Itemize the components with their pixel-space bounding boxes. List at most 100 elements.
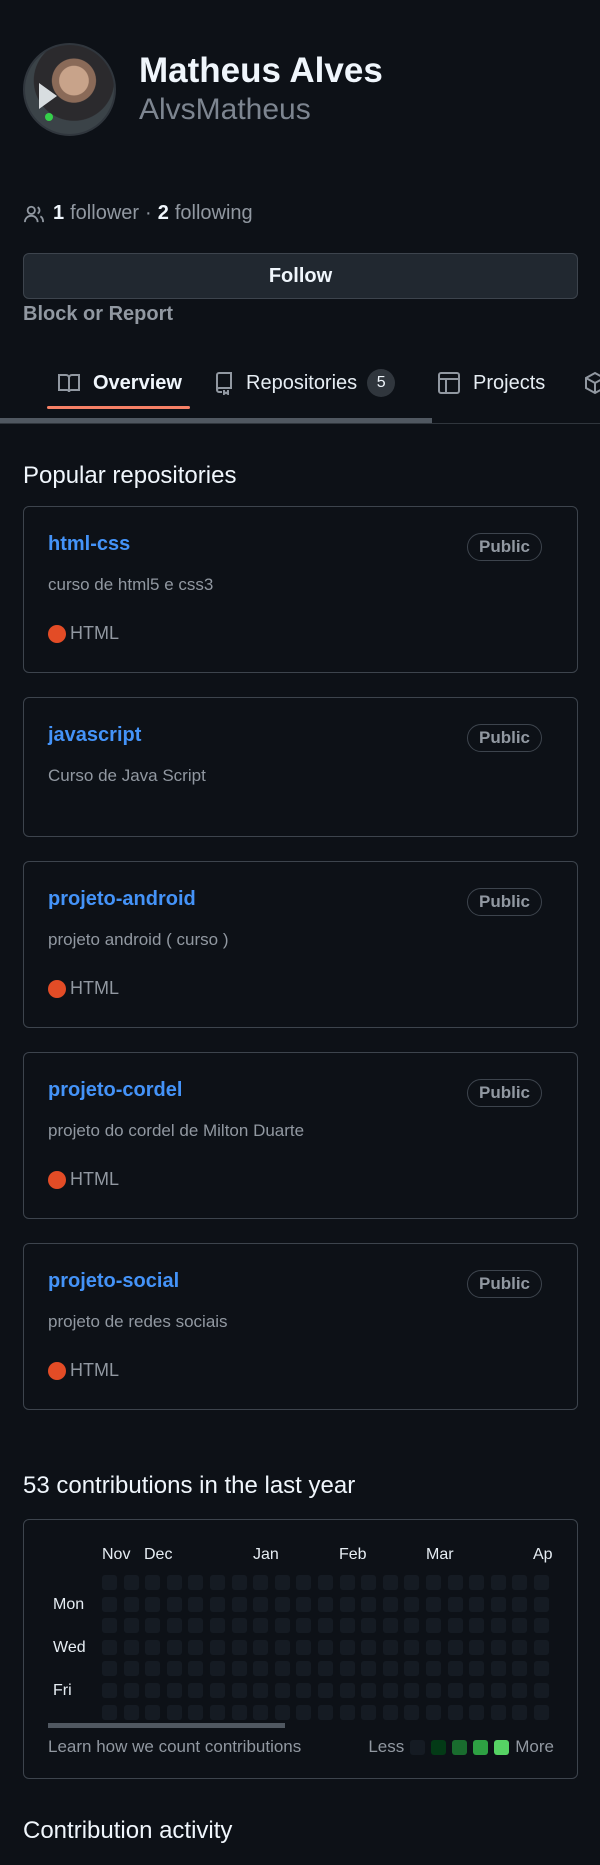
contribution-day-cell[interactable] xyxy=(210,1596,225,1612)
contribution-day-cell[interactable] xyxy=(210,1683,225,1698)
contribution-day-cell[interactable] xyxy=(145,1704,161,1720)
tab-packages[interactable] xyxy=(583,360,600,406)
contribution-day-cell[interactable] xyxy=(145,1661,161,1677)
contribution-day-cell[interactable] xyxy=(188,1661,204,1677)
contribution-day-cell[interactable] xyxy=(534,1683,549,1698)
contribution-day-cell[interactable] xyxy=(339,1639,355,1655)
contribution-day-cell[interactable] xyxy=(447,1575,463,1590)
contribution-day-cell[interactable] xyxy=(166,1661,182,1677)
contribution-day-cell[interactable] xyxy=(339,1704,355,1720)
contribution-day-cell[interactable] xyxy=(296,1704,312,1720)
contribution-day-cell[interactable] xyxy=(339,1683,355,1698)
contribution-day-cell[interactable] xyxy=(339,1596,355,1612)
contribution-day-cell[interactable] xyxy=(382,1639,398,1655)
contribution-day-cell[interactable] xyxy=(123,1661,139,1677)
contribution-day-cell[interactable] xyxy=(361,1575,377,1590)
contribution-day-cell[interactable] xyxy=(296,1683,312,1698)
contribution-day-cell[interactable] xyxy=(361,1661,377,1677)
contribution-day-cell[interactable] xyxy=(102,1661,117,1677)
contribution-day-cell[interactable] xyxy=(426,1596,441,1612)
contribution-day-cell[interactable] xyxy=(210,1575,225,1590)
contribution-day-cell[interactable] xyxy=(469,1704,485,1720)
contribution-day-cell[interactable] xyxy=(426,1639,441,1655)
contribution-day-cell[interactable] xyxy=(534,1596,549,1612)
repo-name-link[interactable]: projeto-cordel xyxy=(48,1079,182,1102)
contribution-day-cell[interactable] xyxy=(123,1618,139,1634)
contribution-day-cell[interactable] xyxy=(274,1639,290,1655)
contribution-day-cell[interactable] xyxy=(296,1618,312,1634)
contribution-day-cell[interactable] xyxy=(231,1683,247,1698)
contribution-day-cell[interactable] xyxy=(296,1596,312,1612)
contribution-day-cell[interactable] xyxy=(102,1704,117,1720)
contribution-day-cell[interactable] xyxy=(534,1618,549,1634)
block-or-report-link[interactable]: Block or Report xyxy=(23,303,173,326)
contribution-day-cell[interactable] xyxy=(274,1661,290,1677)
contribution-day-cell[interactable] xyxy=(166,1618,182,1634)
contribution-day-cell[interactable] xyxy=(102,1683,117,1698)
contribution-day-cell[interactable] xyxy=(426,1618,441,1634)
contribution-day-cell[interactable] xyxy=(318,1704,333,1720)
tab-projects[interactable]: Projects xyxy=(437,360,545,406)
contribution-day-cell[interactable] xyxy=(210,1639,225,1655)
contribution-day-cell[interactable] xyxy=(447,1704,463,1720)
contribution-day-cell[interactable] xyxy=(253,1683,269,1698)
contribution-day-cell[interactable] xyxy=(188,1639,204,1655)
contribution-day-cell[interactable] xyxy=(102,1596,117,1612)
contribution-day-cell[interactable] xyxy=(274,1683,290,1698)
contribution-day-cell[interactable] xyxy=(253,1596,269,1612)
contribution-day-cell[interactable] xyxy=(382,1575,398,1590)
contribution-day-cell[interactable] xyxy=(469,1618,485,1634)
contribution-day-cell[interactable] xyxy=(404,1704,420,1720)
contribution-day-cell[interactable] xyxy=(490,1575,506,1590)
contribution-day-cell[interactable] xyxy=(426,1704,441,1720)
contribution-day-cell[interactable] xyxy=(231,1618,247,1634)
contribution-day-cell[interactable] xyxy=(512,1596,528,1612)
contribution-day-cell[interactable] xyxy=(512,1704,528,1720)
contribution-day-cell[interactable] xyxy=(145,1639,161,1655)
contribution-day-cell[interactable] xyxy=(404,1618,420,1634)
contribution-day-cell[interactable] xyxy=(361,1639,377,1655)
contribution-day-cell[interactable] xyxy=(447,1639,463,1655)
contribution-day-cell[interactable] xyxy=(426,1683,441,1698)
contribution-day-cell[interactable] xyxy=(404,1661,420,1677)
contribution-day-cell[interactable] xyxy=(512,1575,528,1590)
contribution-day-cell[interactable] xyxy=(231,1661,247,1677)
contribution-day-cell[interactable] xyxy=(469,1596,485,1612)
contribution-day-cell[interactable] xyxy=(102,1639,117,1655)
contribution-day-cell[interactable] xyxy=(490,1639,506,1655)
contribution-day-cell[interactable] xyxy=(274,1575,290,1590)
contribution-day-cell[interactable] xyxy=(512,1618,528,1634)
contribution-day-cell[interactable] xyxy=(339,1661,355,1677)
contribution-day-cell[interactable] xyxy=(490,1683,506,1698)
contribution-day-cell[interactable] xyxy=(102,1618,117,1634)
contribution-day-cell[interactable] xyxy=(210,1661,225,1677)
contribution-day-cell[interactable] xyxy=(404,1639,420,1655)
contribution-day-cell[interactable] xyxy=(318,1661,333,1677)
contribution-day-cell[interactable] xyxy=(361,1618,377,1634)
contribution-day-cell[interactable] xyxy=(447,1661,463,1677)
contribution-day-cell[interactable] xyxy=(102,1575,117,1590)
tab-repositories[interactable]: Repositories 5 xyxy=(214,360,396,406)
contribution-day-cell[interactable] xyxy=(123,1596,139,1612)
contribution-day-cell[interactable] xyxy=(166,1639,182,1655)
contribution-day-cell[interactable] xyxy=(361,1596,377,1612)
contribution-day-cell[interactable] xyxy=(188,1596,204,1612)
contribution-day-cell[interactable] xyxy=(361,1683,377,1698)
contribution-day-cell[interactable] xyxy=(382,1596,398,1612)
contribution-day-cell[interactable] xyxy=(534,1639,549,1655)
contribution-day-cell[interactable] xyxy=(145,1618,161,1634)
contribution-day-cell[interactable] xyxy=(447,1618,463,1634)
contribution-day-cell[interactable] xyxy=(253,1639,269,1655)
contribution-day-cell[interactable] xyxy=(318,1639,333,1655)
contribution-day-cell[interactable] xyxy=(166,1596,182,1612)
contribution-day-cell[interactable] xyxy=(512,1639,528,1655)
contribution-day-cell[interactable] xyxy=(339,1575,355,1590)
contribution-day-cell[interactable] xyxy=(296,1639,312,1655)
contribution-day-cell[interactable] xyxy=(339,1618,355,1634)
contribution-day-cell[interactable] xyxy=(145,1683,161,1698)
contribution-day-cell[interactable] xyxy=(318,1683,333,1698)
tabs-scrollbar[interactable] xyxy=(0,418,432,423)
contribution-day-cell[interactable] xyxy=(253,1661,269,1677)
contribution-day-cell[interactable] xyxy=(188,1683,204,1698)
contribution-day-cell[interactable] xyxy=(469,1683,485,1698)
